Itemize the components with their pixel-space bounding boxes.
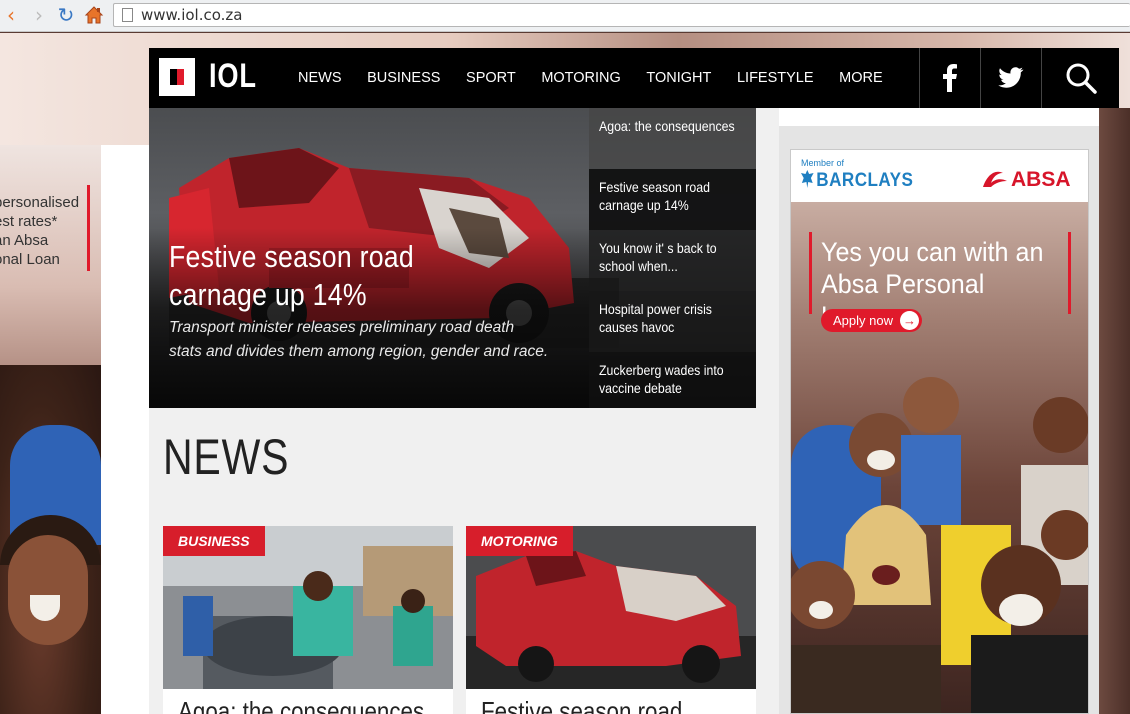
content-gutter [101, 145, 149, 714]
iol-logo-icon[interactable] [159, 58, 195, 96]
advert-brand-bar: Member of BARCLAYS ABSA [791, 150, 1088, 202]
hero-story-list: Agoa: the consequences Festive season ro… [589, 108, 756, 408]
hero-story[interactable]: Festive season road carnage up 14% Trans… [149, 108, 756, 408]
search-icon[interactable] [1041, 48, 1119, 108]
advert-accent-bar [809, 232, 812, 314]
nav-item-more[interactable]: MORE [839, 70, 883, 86]
hero-list-item[interactable]: You know it' s back to school when... [589, 230, 756, 291]
left-advert-accent-bar [87, 185, 90, 271]
main-navigation: NEWS BUSINESS SPORT MOTORING TONIGHT LIF… [298, 48, 908, 108]
home-icon[interactable] [83, 4, 105, 26]
page-icon [122, 8, 133, 22]
absa-logo: ABSA [981, 168, 1071, 192]
absa-symbol-icon [983, 171, 1007, 187]
hero-summary: Transport minister releases preliminary … [169, 319, 549, 360]
site-logo[interactable]: IOL [209, 57, 257, 96]
arrow-right-icon: → [900, 311, 919, 330]
facebook-icon[interactable] [919, 48, 979, 108]
left-advert-line: est rates* [0, 213, 58, 230]
news-card-title[interactable]: Agoa: the consequences [178, 696, 424, 714]
left-advert-text: personalised est rates* an Absa onal Loa… [0, 193, 79, 269]
hero-list-item-title: Festive season road carnage up 14% [599, 179, 710, 213]
apply-now-button[interactable]: Apply now → [821, 309, 922, 332]
left-advert-line: personalised [0, 194, 80, 211]
sidebar-top [779, 108, 1099, 126]
page-background-right [1099, 108, 1130, 714]
nav-item-motoring[interactable]: MOTORING [541, 70, 620, 86]
site-header: IOL NEWS BUSINESS SPORT MOTORING TONIGHT… [149, 48, 1119, 108]
left-advert-line: an Absa [0, 232, 49, 249]
hero-headline[interactable]: Festive season road carnage up 14% [169, 238, 479, 314]
absa-wordmark: ABSA [1011, 168, 1071, 191]
news-card[interactable]: BUSINESS Agoa: the consequences [163, 526, 453, 714]
nav-item-lifestyle[interactable]: LIFESTYLE [737, 70, 814, 86]
hero-list-item-title: Zuckerberg wades into vaccine debate [599, 362, 724, 396]
news-card-title[interactable]: Festive season road [481, 696, 682, 714]
nav-item-news[interactable]: NEWS [298, 70, 342, 86]
nav-item-business[interactable]: BUSINESS [367, 70, 440, 86]
hero-list-item-active[interactable]: Festive season road carnage up 14% [589, 169, 756, 230]
content-gutter-right [756, 108, 779, 714]
hero-list-item[interactable]: Agoa: the consequences [589, 108, 756, 169]
url-text: www.iol.co.za [141, 6, 243, 24]
news-card[interactable]: MOTORING Festive season road [466, 526, 756, 714]
apply-now-label: Apply now [833, 313, 893, 328]
nav-item-tonight[interactable]: TONIGHT [646, 70, 711, 86]
hero-list-item-title: You know it' s back to school when... [599, 240, 717, 274]
reload-icon[interactable]: ↻ [55, 4, 77, 26]
category-tag[interactable]: BUSINESS [163, 526, 265, 556]
advert-crowd-photo [791, 377, 1088, 713]
absa-advert[interactable]: Member of BARCLAYS ABSA Yes you can with… [790, 149, 1089, 714]
advert-member-of: Member of [801, 158, 845, 168]
forward-arrow-icon[interactable]: › [28, 4, 50, 26]
browser-toolbar: ‹ › ↻ www.iol.co.za [0, 0, 1130, 32]
left-advert[interactable]: personalised est rates* an Absa onal Loa… [0, 145, 101, 714]
left-advert-photo [0, 365, 101, 714]
hero-list-item-title: Agoa: the consequences [599, 118, 735, 134]
eagle-icon [801, 170, 814, 188]
section-heading-news: NEWS [163, 429, 290, 485]
hero-list-item[interactable]: Zuckerberg wades into vaccine debate [589, 352, 756, 408]
back-arrow-icon[interactable]: ‹ [0, 4, 22, 26]
twitter-icon[interactable] [980, 48, 1040, 108]
hero-list-item[interactable]: Hospital power crisis causes havoc [589, 291, 756, 352]
hero-list-item-title: Hospital power crisis causes havoc [599, 301, 712, 335]
barclays-logo: BARCLAYS [801, 170, 913, 192]
barclays-wordmark: BARCLAYS [816, 170, 914, 191]
category-tag[interactable]: MOTORING [466, 526, 573, 556]
advert-accent-bar [1068, 232, 1071, 314]
left-advert-line: onal Loan [0, 251, 60, 268]
address-bar[interactable]: www.iol.co.za [113, 3, 1130, 27]
nav-item-sport[interactable]: SPORT [466, 70, 516, 86]
